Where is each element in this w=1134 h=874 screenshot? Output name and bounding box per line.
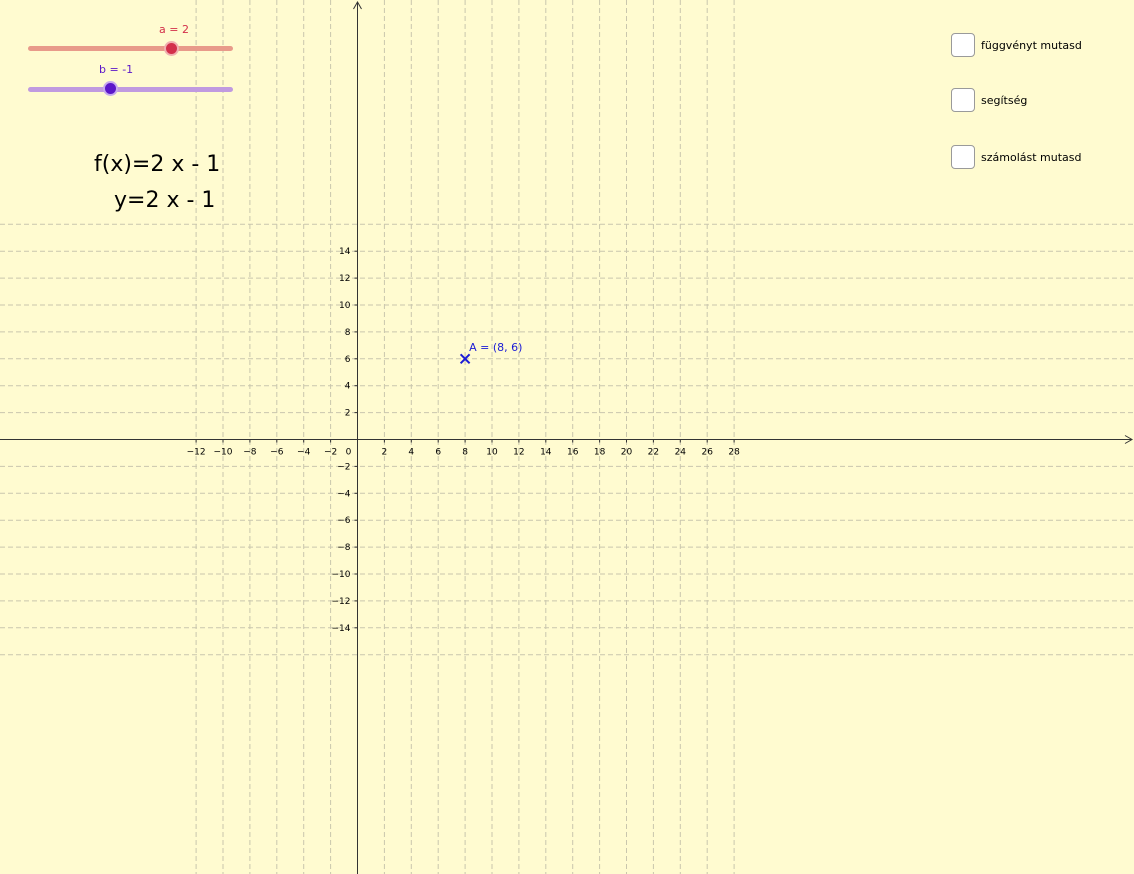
x-tick-label: 12 — [513, 448, 524, 458]
slider-a-knob[interactable] — [164, 41, 179, 56]
y-tick-label: 14 — [339, 247, 351, 257]
checkbox-show-function[interactable]: függvényt mutasd — [951, 33, 1082, 57]
y-tick-label: −2 — [337, 462, 350, 472]
equation-formula: y=2 x - 1 — [114, 188, 216, 213]
x-tick-label: −2 — [324, 448, 337, 458]
y-tick-label: 8 — [345, 328, 351, 338]
x-tick-label: 8 — [462, 448, 468, 458]
y-tick-label: 10 — [339, 301, 351, 311]
slider-b-label: b = -1 — [99, 63, 134, 76]
checkbox-show-calculation[interactable]: számolást mutasd — [951, 145, 1081, 169]
checkbox-show-function-box[interactable] — [951, 33, 975, 57]
x-tick-label: 20 — [621, 448, 633, 458]
x-tick-label: 28 — [728, 448, 740, 458]
x-tick-label: 4 — [408, 448, 414, 458]
x-tick-label: 22 — [648, 448, 659, 458]
y-tick-label: 6 — [345, 355, 351, 365]
canvas-background — [0, 0, 1134, 874]
checkbox-help-box[interactable] — [951, 88, 975, 112]
checkbox-help[interactable]: segítség — [951, 88, 1027, 112]
x-tick-label: 18 — [594, 448, 606, 458]
x-tick-label: 16 — [567, 448, 579, 458]
geogebra-canvas[interactable]: −12 −10 −8 −6 −4 −2 0 2 4 6 8 10 12 14 16 18 20 22 24 26 28−… — [0, 0, 1134, 874]
checkbox-show-function-label: függvényt mutasd — [981, 38, 1082, 52]
x-tick-label: −4 — [297, 448, 311, 458]
slider-b-track[interactable] — [28, 87, 233, 92]
point-a-label: A = (8, 6) — [469, 341, 522, 354]
x-tick-label: −10 — [214, 448, 233, 458]
y-tick-label: 4 — [345, 382, 351, 392]
y-tick-label: −14 — [332, 624, 351, 634]
x-tick-label: 2 — [382, 448, 388, 458]
x-tick-label: 0 — [346, 448, 352, 458]
checkbox-show-calculation-box[interactable] — [951, 145, 975, 169]
function-formula: f(x)=2 x - 1 — [94, 152, 221, 177]
y-tick-label: 2 — [345, 409, 351, 419]
x-tick-label: 24 — [675, 448, 687, 458]
y-tick-label: −8 — [337, 543, 351, 553]
x-tick-label: −6 — [270, 448, 284, 458]
y-tick-label: 12 — [339, 274, 350, 284]
y-tick-label: −12 — [332, 597, 351, 607]
x-tick-label: 6 — [435, 448, 441, 458]
coordinate-plane[interactable]: −12 −10 −8 −6 −4 −2 0 2 4 6 8 10 12 14 16 18 20 22 24 26 28−… — [0, 0, 1134, 874]
checkbox-show-calculation-label: számolást mutasd — [981, 150, 1082, 164]
x-tick-label: −8 — [243, 448, 257, 458]
x-tick-label: 10 — [486, 448, 498, 458]
slider-a-track[interactable] — [28, 46, 233, 51]
y-tick-label: −4 — [337, 489, 351, 499]
slider-b-knob[interactable] — [102, 81, 118, 96]
x-tick-label: −12 — [187, 448, 206, 458]
x-tick-label: 14 — [540, 448, 552, 458]
slider-a-label: a = 2 — [159, 23, 189, 36]
checkbox-help-label: segítség — [981, 93, 1028, 107]
y-tick-label: −6 — [337, 516, 351, 526]
x-tick-label: 26 — [701, 448, 713, 458]
y-tick-label: −10 — [332, 570, 351, 580]
